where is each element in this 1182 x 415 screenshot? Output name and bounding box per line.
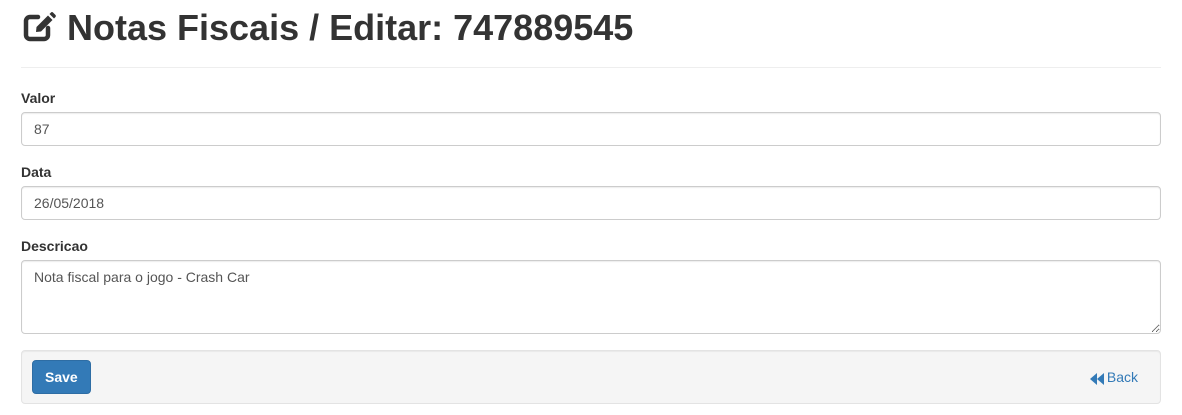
main-container: Notas Fiscais / Editar: 747889545 Valor … [21,0,1161,404]
descricao-label: Descricao [21,238,88,254]
backward-icon [1089,371,1104,385]
data-form-group: Data [21,162,1161,220]
page-header: Notas Fiscais / Editar: 747889545 [21,0,1161,68]
valor-form-group: Valor [21,88,1161,146]
descricao-textarea[interactable]: Nota fiscal para o jogo - Crash Car [21,260,1161,334]
form-actions-bar: Save Back [21,350,1161,404]
valor-label: Valor [21,90,56,106]
data-label: Data [21,164,52,180]
data-input[interactable] [21,186,1161,220]
page-title-text: Notas Fiscais / Editar: 747889545 [67,7,634,48]
page-title: Notas Fiscais / Editar: 747889545 [21,4,633,52]
back-link[interactable]: Back [1089,368,1138,386]
edit-icon [21,8,57,44]
back-label: Back [1106,369,1138,385]
valor-input[interactable] [21,112,1161,146]
descricao-form-group: Descricao Nota fiscal para o jogo - Cras… [21,236,1161,334]
save-button[interactable]: Save [32,360,91,394]
